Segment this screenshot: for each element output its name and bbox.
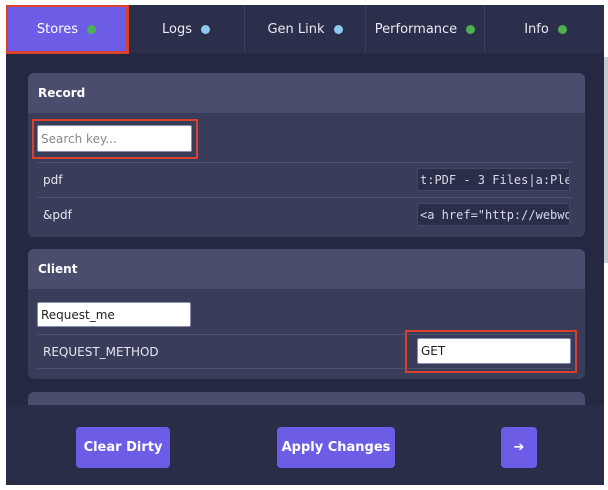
status-dot-icon: [466, 24, 476, 34]
record-row: &pdf <a href="http://webwork2: [37, 197, 572, 232]
tab-gen-link[interactable]: Gen Link: [245, 5, 366, 53]
record-value[interactable]: t:PDF - 3 Files|a:Please be: [417, 168, 570, 191]
action-footer: Clear Dirty Apply Changes ➔: [6, 405, 604, 485]
tab-bar: Stores Logs Gen Link Performance Info: [6, 5, 604, 53]
tab-label: Logs: [162, 21, 192, 37]
request-method-input[interactable]: [417, 338, 571, 364]
next-button[interactable]: ➔: [501, 427, 537, 468]
client-card: Client REQUEST_METHOD: [28, 249, 585, 379]
status-dot-icon: [87, 24, 97, 34]
client-title: Client: [28, 249, 585, 289]
tab-label: Info: [524, 21, 549, 37]
client-key-input[interactable]: [37, 302, 191, 327]
tab-label: Stores: [36, 21, 79, 37]
status-dot-icon: [557, 24, 567, 34]
store-panel: Stores Logs Gen Link Performance Info Re…: [6, 5, 604, 485]
apply-changes-button[interactable]: Apply Changes: [277, 427, 395, 468]
arrow-right-icon: ➔: [513, 440, 525, 455]
record-value[interactable]: <a href="http://webwork2: [417, 203, 570, 226]
status-dot-icon: [333, 24, 343, 34]
record-row: pdf t:PDF - 3 Files|a:Please be: [37, 162, 572, 197]
scrollbar[interactable]: [604, 57, 608, 263]
tab-stores[interactable]: Stores: [6, 5, 128, 53]
tab-logs[interactable]: Logs: [128, 5, 245, 53]
record-title: Record: [28, 73, 585, 113]
status-dot-icon: [201, 24, 210, 34]
stores-content: Record pdf t:PDF - 3 Files|a:Please be &…: [6, 53, 604, 432]
tab-performance[interactable]: Performance: [366, 5, 485, 53]
tab-label: Performance: [374, 21, 458, 37]
tab-info[interactable]: Info: [485, 5, 604, 53]
search-key-input[interactable]: [37, 125, 192, 152]
clear-dirty-button[interactable]: Clear Dirty: [76, 427, 170, 468]
tab-label: Gen Link: [267, 21, 325, 37]
record-card: Record pdf t:PDF - 3 Files|a:Please be &…: [28, 73, 585, 237]
